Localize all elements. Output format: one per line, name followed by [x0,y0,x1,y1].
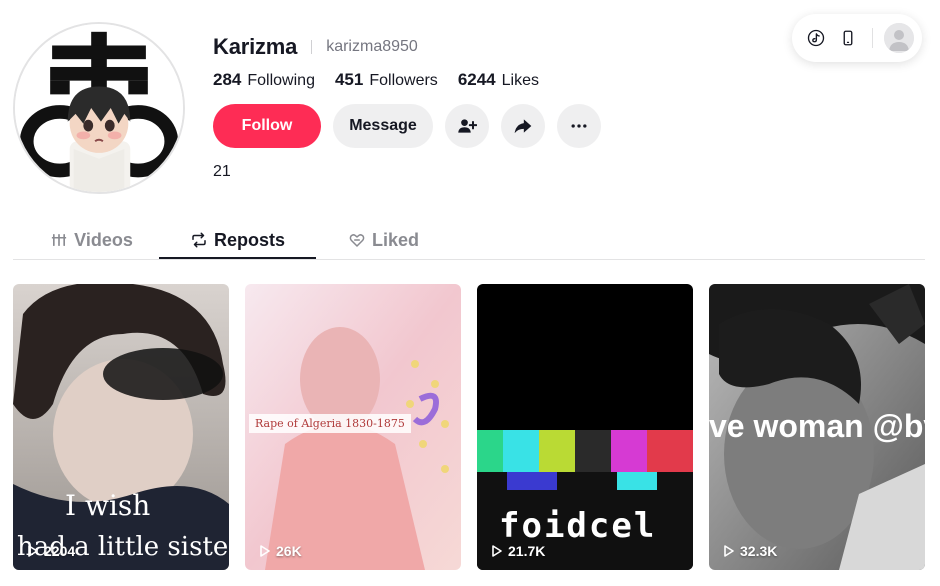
toolbar-divider [872,28,873,48]
tab-label: Reposts [213,229,285,250]
video-overlay-text: Rape of Algeria 1830-1875 [249,414,411,433]
avatar-icon [884,23,914,53]
share-button[interactable] [501,104,545,148]
profile-avatar [13,22,185,194]
tiktok-icon [807,29,825,47]
play-icon [492,545,502,557]
display-name: Karizma [213,34,298,59]
stat-value: 6244 [457,70,496,89]
tab-label: Liked [371,229,419,250]
play-icon [724,545,734,557]
profile-stats: 284 Following 451 Followers 6244 Likes [213,70,559,90]
top-right-toolbar [792,14,922,62]
repost-icon [192,232,206,248]
view-count-label: 26K [276,543,302,559]
view-count-label: 2204 [44,543,76,559]
add-user-icon [458,119,477,133]
message-button[interactable]: Message [333,104,433,148]
video-view-count: 2204 [27,543,75,559]
play-icon [28,545,38,557]
profile-header: Karizma karizma8950 [213,34,418,60]
video-overlay-text: ve woman @bv [709,408,925,444]
video-view-count: 32.3K [723,543,777,559]
tab-liked[interactable]: Liked [305,220,462,260]
phone-button[interactable] [836,26,860,50]
grid-icon [52,234,67,246]
tab-label: Videos [74,229,133,250]
follow-button[interactable]: Follow [213,104,321,148]
stat-label: Following [247,72,315,89]
more-icon [571,124,587,128]
video-view-count: 26K [259,543,302,559]
stat-label: Followers [369,72,438,89]
stat-value: 284 [213,70,242,89]
tab-reposts[interactable]: Reposts [159,220,316,260]
name-divider [311,40,313,54]
stat-followers[interactable]: 451 Followers [335,70,438,90]
tab-videos[interactable]: Videos [13,220,170,260]
view-count-label: 32.3K [740,543,778,559]
heart-icon [349,234,365,247]
video-card[interactable]: I wish had a little sister 2204 [13,284,229,570]
video-thumbnail [13,284,229,570]
video-overlay-text: foidcel [499,506,657,546]
stat-likes: 6244 Likes [458,70,539,90]
video-card[interactable]: Rape of Algeria 1830-1875 26K [245,284,461,570]
video-card[interactable]: ve woman @bv 32.3K [709,284,925,570]
profile-bio: 21 [213,163,231,180]
more-button[interactable] [557,104,601,148]
username: karizma8950 [326,38,418,55]
profile-actions: Follow Message [213,104,601,148]
profile-tabs: Videos Reposts Liked [13,220,925,260]
stat-label: Likes [501,72,539,89]
view-count-label: 21.7K [508,543,546,559]
video-card[interactable]: foidcel 21.7K [477,284,693,570]
stat-value: 451 [334,70,364,89]
share-icon [514,119,532,134]
play-icon [260,545,270,557]
avatar-image [15,24,183,192]
phone-icon [843,30,853,46]
video-view-count: 21.7K [491,543,545,559]
video-overlay-text: I wish [65,489,151,522]
stat-following[interactable]: 284 Following [213,70,315,90]
tiktok-button[interactable] [804,26,828,50]
user-avatar-button[interactable] [884,23,914,53]
add-friend-button[interactable] [445,104,489,148]
active-tab-indicator [159,257,316,259]
